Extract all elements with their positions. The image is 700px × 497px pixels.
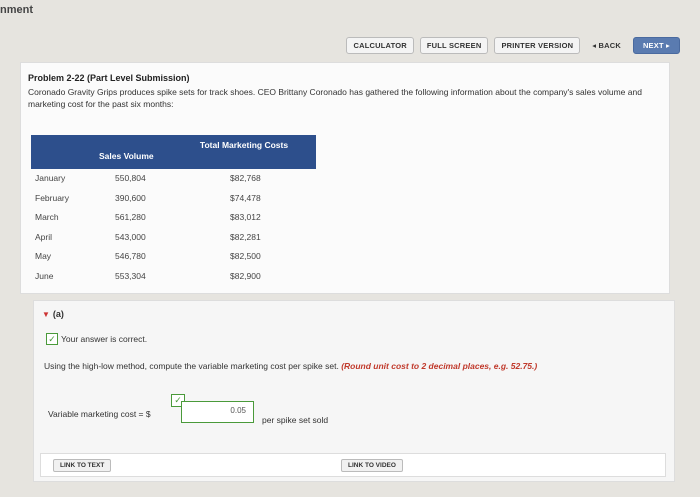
variable-cost-input[interactable]: 0.05 <box>181 401 254 423</box>
checkmark-icon: ✓ <box>46 333 58 345</box>
page-label: nment <box>0 4 33 16</box>
month-cell: May <box>35 251 52 261</box>
full-screen-button[interactable]: FULL SCREEN <box>419 37 489 54</box>
cost-cell: $82,768 <box>230 173 261 183</box>
calculator-button[interactable]: CALCULATOR <box>346 37 414 54</box>
header-marketing-costs: Total Marketing Costs <box>199 140 289 150</box>
table-row: May 546,780 $82,500 <box>31 247 316 267</box>
cost-cell: $82,900 <box>230 270 261 281</box>
variable-cost-label: Variable marketing cost = $ <box>48 409 151 419</box>
link-to-text-button[interactable]: LINK TO TEXT <box>53 459 112 472</box>
instruction-text: Using the high-low method, compute the v… <box>44 361 659 372</box>
table-row: February 390,600 $74,478 <box>31 189 316 209</box>
cost-cell: $82,281 <box>230 231 261 242</box>
sales-cell: 543,000 <box>115 231 146 242</box>
cost-cell: $82,500 <box>230 251 261 261</box>
month-cell: January <box>35 173 66 183</box>
sales-cell: 550,804 <box>115 173 146 183</box>
table-row: April 543,000 $82,281 <box>31 228 316 248</box>
sales-cell: 553,304 <box>115 270 146 281</box>
toolbar: CALCULATOR FULL SCREEN PRINTER VERSION ◂… <box>346 37 680 54</box>
sales-cell: 546,780 <box>115 251 146 261</box>
unit-suffix: per spike set sold <box>262 415 329 425</box>
correct-status: ✓ Your answer is correct. <box>46 333 147 345</box>
table-header: Sales Volume Total Marketing Costs <box>31 135 316 169</box>
month-cell: April <box>35 231 53 242</box>
table-row: January 550,804 $82,768 <box>31 169 316 189</box>
problem-card: Problem 2-22 (Part Level Submission) Cor… <box>20 62 670 294</box>
collapse-triangle-icon: ▼ <box>42 310 50 319</box>
rounding-note: (Round unit cost to 2 decimal places, e.… <box>341 361 538 371</box>
cost-cell: $83,012 <box>230 212 261 222</box>
instruction-main: Using the high-low method, compute the v… <box>44 361 339 371</box>
table-row: March 561,280 $83,012 <box>31 208 316 228</box>
problem-title: Problem 2-22 (Part Level Submission) <box>28 73 190 83</box>
part-a-label: (a) <box>52 309 64 319</box>
month-cell: March <box>35 212 59 222</box>
part-a-card: ▼ (a) ✓ Your answer is correct. Using the… <box>33 300 675 482</box>
header-sales-volume: Sales Volume <box>99 151 154 161</box>
back-button[interactable]: ◂ BACK <box>586 38 627 53</box>
link-to-video-button[interactable]: LINK TO VIDEO <box>341 459 403 472</box>
link-bar: LINK TO TEXT LINK TO VIDEO <box>40 453 666 477</box>
sales-cell: 561,280 <box>115 212 146 222</box>
part-a-toggle[interactable]: ▼ (a) <box>42 309 64 319</box>
problem-description: Coronado Gravity Grips produces spike se… <box>28 87 642 109</box>
correct-status-text: Your answer is correct. <box>61 334 148 344</box>
month-cell: June <box>35 270 54 281</box>
printer-version-button[interactable]: PRINTER VERSION <box>494 37 581 54</box>
data-table: Sales Volume Total Marketing Costs Janua… <box>31 135 316 286</box>
table-row: June 553,304 $82,900 <box>31 267 316 287</box>
cost-cell: $74,478 <box>230 192 261 203</box>
month-cell: February <box>35 192 70 203</box>
next-button[interactable]: NEXT ▸ <box>632 37 680 54</box>
sales-cell: 390,600 <box>115 192 146 203</box>
